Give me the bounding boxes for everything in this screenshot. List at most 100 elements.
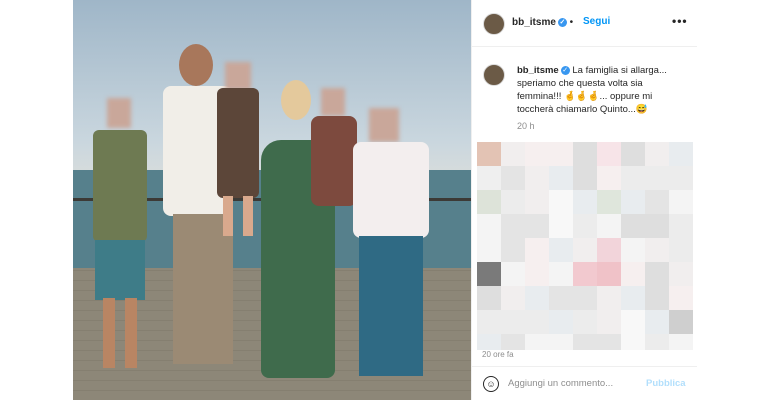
mosaic-cell bbox=[477, 238, 501, 262]
mosaic-cell bbox=[501, 238, 525, 262]
mosaic-cell bbox=[501, 166, 525, 190]
mosaic-cell bbox=[597, 310, 621, 334]
instagram-post: bb_itsme ✓ • Segui ••• bb_itsme ✓ La famig… bbox=[73, 0, 697, 400]
mosaic-cell bbox=[597, 142, 621, 166]
person-child-left bbox=[85, 92, 155, 382]
mosaic-cell bbox=[477, 286, 501, 310]
mosaic-cell bbox=[645, 166, 669, 190]
mosaic-cell bbox=[621, 190, 645, 214]
mosaic-cell bbox=[549, 286, 573, 310]
caption-avatar[interactable] bbox=[483, 64, 505, 86]
mosaic-cell bbox=[597, 238, 621, 262]
mosaic-cell bbox=[525, 286, 549, 310]
mosaic-cell bbox=[501, 262, 525, 286]
mosaic-cell bbox=[525, 334, 549, 350]
header-username[interactable]: bb_itsme ✓ • bbox=[512, 17, 573, 28]
mosaic-cell bbox=[549, 166, 573, 190]
comment-bar: ☺ Aggiungi un commento... Pubblica bbox=[472, 366, 697, 401]
mosaic-cell bbox=[669, 166, 693, 190]
mosaic-cell bbox=[597, 334, 621, 350]
mosaic-cell bbox=[549, 310, 573, 334]
mosaic-cell bbox=[549, 262, 573, 286]
mosaic-cell bbox=[477, 262, 501, 286]
mosaic-cell bbox=[549, 214, 573, 238]
caption-username[interactable]: bb_itsme bbox=[517, 65, 559, 76]
post-time[interactable]: 20 h bbox=[517, 121, 535, 131]
more-options-icon[interactable]: ••• bbox=[672, 14, 688, 28]
mosaic-cell bbox=[645, 262, 669, 286]
mosaic-cell bbox=[573, 286, 597, 310]
faded-timestamp: 20 ore fa bbox=[482, 350, 514, 359]
mosaic-cell bbox=[501, 142, 525, 166]
mosaic-cell bbox=[573, 190, 597, 214]
mosaic-cell bbox=[621, 214, 645, 238]
mosaic-cell bbox=[525, 142, 549, 166]
mosaic-cell bbox=[573, 262, 597, 286]
mosaic-cell bbox=[573, 238, 597, 262]
caption-line-3: femmina!!! 🤞🤞🤞... oppure mi bbox=[517, 91, 653, 102]
username-link[interactable]: bb_itsme bbox=[512, 17, 556, 28]
avatar[interactable] bbox=[483, 13, 505, 35]
mosaic-cell bbox=[621, 142, 645, 166]
mosaic-cell bbox=[621, 334, 645, 350]
mosaic-cell bbox=[525, 262, 549, 286]
emoji-icon[interactable]: ☺ bbox=[483, 376, 499, 392]
mosaic-cell bbox=[645, 286, 669, 310]
caption-line-4: toccherà chiamarlo Quinto...😅 bbox=[517, 104, 648, 115]
comment-input[interactable]: Aggiungi un commento... bbox=[508, 378, 613, 389]
mosaic-cell bbox=[669, 262, 693, 286]
mosaic-cell bbox=[573, 166, 597, 190]
mosaic-cell bbox=[525, 238, 549, 262]
mosaic-cell bbox=[621, 262, 645, 286]
follow-button[interactable]: Segui bbox=[583, 16, 610, 27]
pixelated-comments bbox=[477, 142, 697, 350]
mosaic-cell bbox=[621, 166, 645, 190]
mosaic-cell bbox=[645, 238, 669, 262]
mosaic-cell bbox=[549, 334, 573, 350]
publish-button[interactable]: Pubblica bbox=[646, 378, 686, 389]
mosaic-cell bbox=[597, 166, 621, 190]
caption-line-2: speriamo che questa volta sia bbox=[517, 78, 643, 89]
mosaic-cell bbox=[477, 166, 501, 190]
mosaic-cell bbox=[477, 214, 501, 238]
caption-text: bb_itsme ✓ La famiglia si allarga... sper… bbox=[517, 64, 687, 116]
mosaic-cell bbox=[669, 190, 693, 214]
mosaic-cell bbox=[525, 190, 549, 214]
mosaic-cell bbox=[573, 214, 597, 238]
caption-line-1: La famiglia si allarga... bbox=[572, 65, 667, 76]
mosaic-cell bbox=[597, 190, 621, 214]
mosaic-cell bbox=[597, 262, 621, 286]
person-boy-right bbox=[347, 98, 447, 388]
mosaic-cell bbox=[501, 310, 525, 334]
mosaic-cell bbox=[597, 286, 621, 310]
mosaic-cell bbox=[573, 334, 597, 350]
mosaic-cell bbox=[525, 166, 549, 190]
mosaic-cell bbox=[477, 310, 501, 334]
post-photo[interactable] bbox=[73, 0, 471, 400]
mosaic-cell bbox=[621, 310, 645, 334]
post-sidebar: bb_itsme ✓ • Segui ••• bb_itsme ✓ La famig… bbox=[471, 0, 697, 400]
mosaic-cell bbox=[477, 190, 501, 214]
verified-badge-icon: ✓ bbox=[560, 65, 570, 75]
mosaic-cell bbox=[549, 190, 573, 214]
mosaic-cell bbox=[669, 214, 693, 238]
verified-badge-icon: ✓ bbox=[557, 17, 567, 27]
mosaic-cell bbox=[669, 238, 693, 262]
mosaic-cell bbox=[621, 238, 645, 262]
mosaic-cell bbox=[549, 142, 573, 166]
mosaic-cell bbox=[645, 310, 669, 334]
mosaic-cell bbox=[669, 142, 693, 166]
mosaic-cell bbox=[669, 310, 693, 334]
mosaic-cell bbox=[669, 334, 693, 350]
post-header: bb_itsme ✓ • Segui ••• bbox=[472, 0, 697, 47]
mosaic-cell bbox=[477, 334, 501, 350]
mosaic-cell bbox=[477, 142, 501, 166]
mosaic-cell bbox=[549, 238, 573, 262]
mosaic-cell bbox=[501, 214, 525, 238]
mosaic-cell bbox=[645, 214, 669, 238]
mosaic-cell bbox=[621, 286, 645, 310]
mosaic-cell bbox=[597, 214, 621, 238]
mosaic-cell bbox=[669, 286, 693, 310]
mosaic-cell bbox=[501, 334, 525, 350]
mosaic-cell bbox=[573, 310, 597, 334]
